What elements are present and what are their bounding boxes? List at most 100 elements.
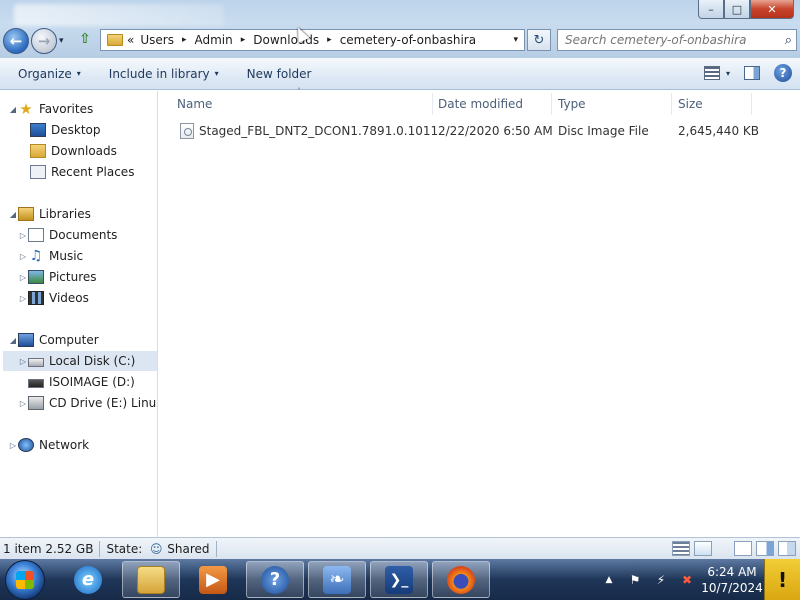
layout-single-pane-icon[interactable] <box>734 541 752 556</box>
sidebar-item-label: Desktop <box>51 123 101 137</box>
expand-arrow-icon[interactable]: ◢ <box>8 105 18 114</box>
breadcrumb-separator-icon[interactable]: ▸ <box>327 35 332 45</box>
sidebar-item-label: Favorites <box>39 102 94 116</box>
help-icon: ? <box>261 565 289 594</box>
folder-icon <box>107 34 123 46</box>
back-button[interactable]: ← <box>3 28 29 54</box>
column-header-type[interactable]: Type <box>552 93 672 115</box>
breadcrumb-downloads[interactable]: Downloads <box>253 33 319 47</box>
taskbar-bird-app[interactable]: ❧ <box>308 561 366 598</box>
taskbar-firefox[interactable] <box>432 561 490 598</box>
column-header-name[interactable]: Name <box>171 93 433 115</box>
help-icon[interactable]: ? <box>774 64 792 82</box>
search-box[interactable]: ⌕ <box>557 29 797 51</box>
sidebar-item-videos[interactable]: ▷ Videos <box>18 288 89 308</box>
preview-pane-icon[interactable] <box>744 66 760 80</box>
change-view-button[interactable]: ▾ <box>703 66 730 80</box>
address-bar[interactable]: « Users ▸ Admin ▸ Downloads ▸ cemetery-o… <box>100 29 525 51</box>
sidebar-item-local-disk-c[interactable]: ▷ Local Disk (C:) <box>3 351 157 371</box>
sidebar-item-favorites[interactable]: ◢ ★ Favorites <box>8 99 93 119</box>
expand-arrow-icon[interactable]: ▷ <box>18 252 28 261</box>
breadcrumb-current-folder[interactable]: cemetery-of-onbashira <box>340 33 476 47</box>
action-center-flag-icon[interactable]: ⚑ <box>627 572 643 588</box>
expand-arrow-icon[interactable]: ▷ <box>18 357 28 366</box>
clock[interactable]: 6:24 AM 10/7/2024 <box>700 564 764 596</box>
sidebar-item-label: Libraries <box>39 207 91 221</box>
sidebar-item-documents[interactable]: ▷ Documents <box>18 225 117 245</box>
clock-time: 6:24 AM <box>707 564 757 579</box>
taskbar-powershell[interactable]: ❯_ <box>370 561 428 598</box>
videos-icon <box>28 291 44 305</box>
breadcrumb-users[interactable]: Users <box>140 33 174 47</box>
taskbar-help-and-support[interactable]: ? <box>246 561 304 598</box>
search-icon[interactable]: ⌕ <box>785 33 792 48</box>
sidebar-item-desktop[interactable]: Desktop <box>30 120 101 140</box>
chevron-down-icon: ▾ <box>725 68 730 78</box>
breadcrumb-admin[interactable]: Admin <box>194 33 232 47</box>
maximize-button[interactable]: □ <box>724 0 750 19</box>
breadcrumb-separator-icon[interactable]: ▸ <box>182 35 187 45</box>
taskbar-internet-explorer[interactable]: e <box>59 561 117 598</box>
disc-image-file-icon <box>180 123 194 139</box>
table-row[interactable]: Staged_FBL_DNT2_DCON1.7891.0.101129... 2… <box>174 120 758 142</box>
layout-details-pane-icon[interactable] <box>778 541 796 556</box>
desktop-icon <box>30 123 46 137</box>
sidebar-item-pictures[interactable]: ▷ Pictures <box>18 267 97 287</box>
column-header-date-modified[interactable]: Date modified <box>432 93 552 115</box>
refresh-button[interactable]: ↻ <box>527 29 551 51</box>
include-in-library-menu[interactable]: Include in library ▾ <box>91 67 229 81</box>
internet-explorer-icon: e <box>74 565 102 594</box>
sidebar-item-network[interactable]: ▷ Network <box>8 435 89 455</box>
warning-icon[interactable]: ! <box>764 559 800 600</box>
expand-arrow-icon[interactable]: ◢ <box>8 210 18 219</box>
large-icons-view-icon[interactable] <box>694 541 712 556</box>
recent-places-icon <box>30 165 46 179</box>
minimize-button[interactable]: – <box>698 0 724 19</box>
up-folder-icon[interactable]: ⇧ <box>76 31 94 49</box>
expand-arrow-icon[interactable]: ▷ <box>18 273 28 282</box>
sidebar-item-recent-places[interactable]: Recent Places <box>30 162 134 182</box>
sidebar-item-downloads[interactable]: Downloads <box>30 141 117 161</box>
expand-arrow-icon[interactable]: ◢ <box>8 336 18 345</box>
volume-muted-icon[interactable]: ✖ <box>679 572 695 588</box>
sidebar-item-cd-drive-e[interactable]: ▷ CD Drive (E:) Linux M <box>18 393 157 413</box>
view-controls: ▾ ? <box>703 64 792 82</box>
sidebar-item-isoimage-d[interactable]: ISOIMAGE (D:) <box>28 372 135 392</box>
close-button[interactable]: ✕ <box>750 0 794 19</box>
recent-pages-dropdown[interactable]: ▾ <box>59 36 64 46</box>
details-view-icon[interactable] <box>672 541 690 556</box>
pictures-icon <box>28 270 44 284</box>
sharing-state: State: ☺ Shared <box>100 540 217 557</box>
expand-arrow-icon[interactable]: ▷ <box>18 399 28 408</box>
organize-menu[interactable]: Organize ▾ <box>0 67 91 81</box>
sidebar-item-label: Local Disk (C:) <box>49 354 136 368</box>
sidebar-item-computer[interactable]: ◢ Computer <box>8 330 99 350</box>
state-label: State: <box>106 541 143 556</box>
expand-arrow-icon[interactable]: ▷ <box>8 441 18 450</box>
firefox-icon <box>447 565 475 594</box>
media-player-icon: ▶ <box>199 565 227 594</box>
taskbar-windows-media-player[interactable]: ▶ <box>184 561 242 598</box>
column-header-size[interactable]: Size <box>672 93 752 115</box>
sidebar-item-music[interactable]: ▷ ♫ Music <box>18 246 83 266</box>
new-folder-button[interactable]: New folder <box>229 67 322 81</box>
forward-button[interactable]: → <box>31 28 57 54</box>
window-controls: – □ ✕ <box>698 0 794 20</box>
address-overflow-chevron[interactable]: « <box>127 33 134 47</box>
sidebar-item-label: Downloads <box>51 144 117 158</box>
address-dropdown-icon[interactable]: ▾ <box>513 35 518 45</box>
breadcrumb-separator-icon[interactable]: ▸ <box>241 35 246 45</box>
expand-arrow-icon[interactable]: ▷ <box>18 294 28 303</box>
organize-label: Organize <box>18 66 72 81</box>
start-button[interactable] <box>5 560 45 600</box>
network-status-icon[interactable]: ⚡ <box>653 572 669 588</box>
sidebar-item-label: Videos <box>49 291 89 305</box>
expand-arrow-icon[interactable]: ▷ <box>18 231 28 240</box>
sidebar-item-libraries[interactable]: ◢ Libraries <box>8 204 91 224</box>
taskbar-windows-explorer[interactable] <box>122 561 180 598</box>
file-type: Disc Image File <box>558 124 649 138</box>
layout-preview-pane-icon[interactable] <box>756 541 774 556</box>
music-icon: ♫ <box>29 248 43 264</box>
show-hidden-icons-icon[interactable]: ▲ <box>601 572 617 588</box>
search-input[interactable] <box>565 33 770 47</box>
